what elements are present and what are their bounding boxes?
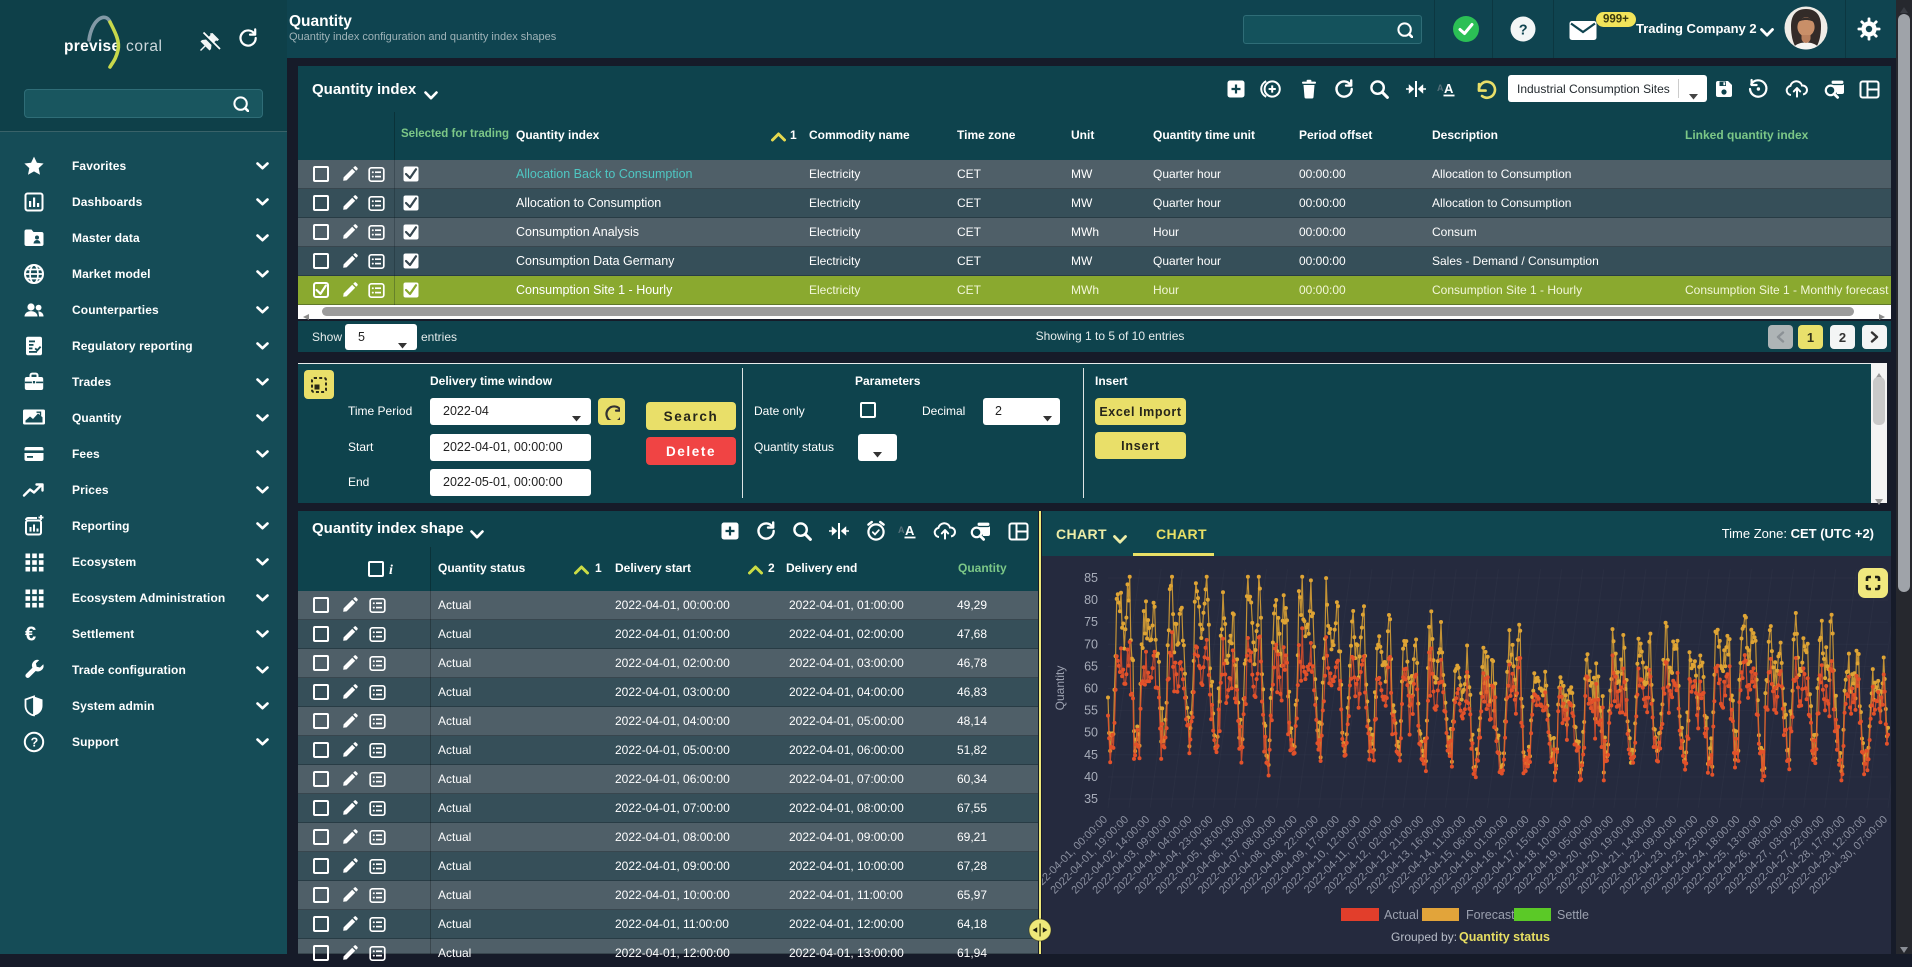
svg-text:Actual: Actual <box>1384 908 1419 922</box>
svg-text:previse: previse <box>64 38 120 55</box>
svg-text:85: 85 <box>1084 571 1098 585</box>
svg-text:A: A <box>1437 83 1444 93</box>
svg-text:Grouped by:: Grouped by: <box>1391 930 1457 944</box>
svg-text:50: 50 <box>1084 726 1098 740</box>
svg-text:70: 70 <box>1084 637 1098 651</box>
svg-text:coral: coral <box>126 38 163 55</box>
svg-text:A: A <box>898 525 905 535</box>
svg-text:?: ? <box>1519 22 1528 38</box>
svg-text:Forecast: Forecast <box>1466 908 1515 922</box>
svg-text:75: 75 <box>1084 615 1098 629</box>
svg-text:40: 40 <box>1084 770 1098 784</box>
svg-text:Quantity status: Quantity status <box>1459 930 1550 944</box>
svg-text:A: A <box>1444 81 1454 96</box>
svg-text:35: 35 <box>1084 792 1098 806</box>
svg-text:45: 45 <box>1084 748 1098 762</box>
svg-text:60: 60 <box>1084 682 1098 696</box>
svg-text:80: 80 <box>1084 593 1098 607</box>
svg-text:€: € <box>25 624 36 646</box>
svg-text:?: ? <box>31 736 39 750</box>
svg-text:A: A <box>905 523 915 538</box>
svg-text:55: 55 <box>1084 704 1098 718</box>
svg-text:Settle: Settle <box>1557 908 1589 922</box>
svg-text:65: 65 <box>1084 659 1098 673</box>
svg-text:Quantity: Quantity <box>1053 666 1067 711</box>
